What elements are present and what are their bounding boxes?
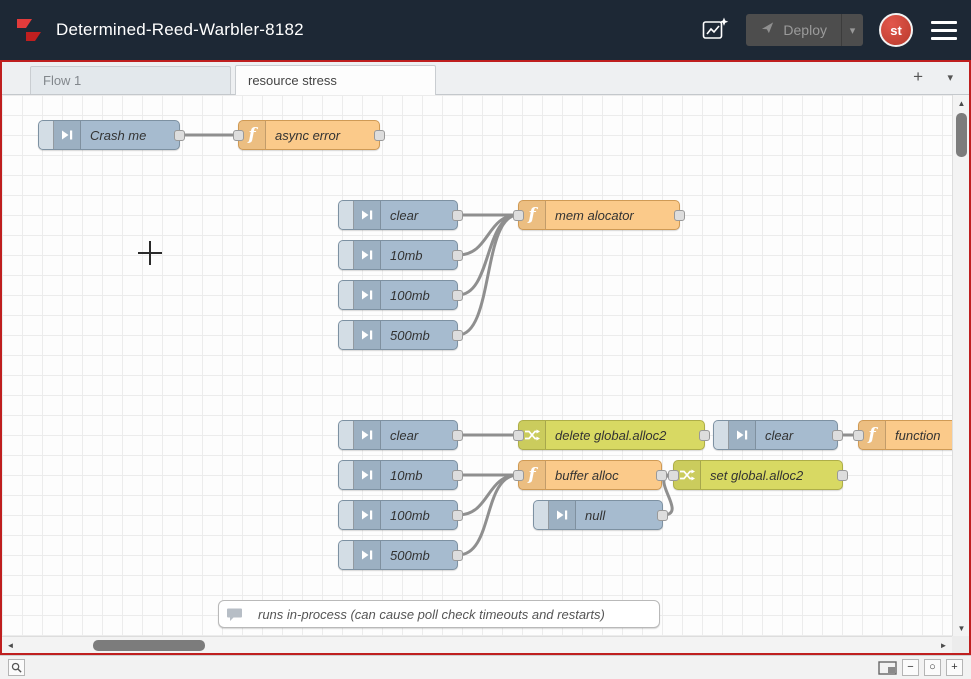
main-menu-icon[interactable] (929, 17, 959, 44)
flow-chart-sparkle-icon[interactable] (700, 15, 730, 45)
inject-icon (354, 461, 381, 489)
input-port[interactable] (233, 130, 244, 141)
scroll-right-icon[interactable]: ► (935, 637, 952, 653)
inject-trigger-button[interactable] (339, 201, 354, 229)
inject-icon (354, 321, 381, 349)
instance-title: Determined-Reed-Warbler-8182 (56, 20, 304, 40)
node-async-error[interactable]: f async error (238, 120, 380, 150)
inject-icon (54, 121, 81, 149)
flow-canvas[interactable]: Crash me f async error clear (2, 95, 952, 636)
node-null[interactable]: null (533, 500, 663, 530)
scrollbar-corner (952, 636, 969, 653)
zoom-in-button[interactable]: + (946, 659, 963, 676)
zoom-reset-button[interactable]: ○ (924, 659, 941, 676)
node-100mb-b[interactable]: 100mb (338, 500, 458, 530)
inject-trigger-button[interactable] (534, 501, 549, 529)
flow-tabbar: Flow 1 resource stress + ▾ (2, 62, 969, 95)
deploy-button[interactable]: Deploy ▾ (746, 14, 863, 46)
node-clear-b[interactable]: clear (338, 420, 458, 450)
output-port[interactable] (452, 250, 463, 261)
node-clear-a[interactable]: clear (338, 200, 458, 230)
output-port[interactable] (174, 130, 185, 141)
horizontal-scrollbar[interactable]: ◄ ► (2, 636, 952, 653)
output-port[interactable] (452, 510, 463, 521)
inject-trigger-button[interactable] (339, 541, 354, 569)
footer-bar: − ○ + (0, 655, 971, 679)
node-100mb-a[interactable]: 100mb (338, 280, 458, 310)
inject-trigger-button[interactable] (339, 421, 354, 449)
input-port[interactable] (513, 210, 524, 221)
inject-icon (354, 421, 381, 449)
app-logo-icon[interactable] (12, 13, 46, 47)
output-port[interactable] (452, 470, 463, 481)
node-10mb-b[interactable]: 10mb (338, 460, 458, 490)
inject-icon (354, 541, 381, 569)
deploy-options-caret[interactable]: ▾ (841, 14, 863, 46)
node-10mb-a[interactable]: 10mb (338, 240, 458, 270)
inject-icon (549, 501, 576, 529)
navigator-toggle-icon[interactable] (878, 661, 897, 675)
inject-icon (729, 421, 756, 449)
deploy-label: Deploy (783, 22, 827, 38)
output-port[interactable] (656, 470, 667, 481)
input-port[interactable] (513, 430, 524, 441)
output-port[interactable] (657, 510, 668, 521)
node-comment[interactable]: runs in-process (can cause poll check ti… (218, 600, 660, 628)
flow-list-caret-icon[interactable]: ▾ (947, 71, 953, 84)
output-port[interactable] (452, 210, 463, 221)
inject-icon (354, 241, 381, 269)
inject-icon (354, 501, 381, 529)
inject-trigger-button[interactable] (339, 281, 354, 309)
wire[interactable] (458, 475, 518, 515)
node-500mb-b[interactable]: 500mb (338, 540, 458, 570)
input-port[interactable] (513, 470, 524, 481)
node-function[interactable]: f function (858, 420, 952, 450)
node-mem-alocator[interactable]: f mem alocator (518, 200, 680, 230)
user-avatar[interactable]: st (879, 13, 913, 47)
scroll-down-icon[interactable]: ▼ (953, 620, 970, 636)
tab-resource-stress[interactable]: resource stress (235, 65, 436, 95)
comment-icon (219, 601, 249, 627)
inject-trigger-button[interactable] (39, 121, 54, 149)
workspace: Flow 1 resource stress + ▾ (0, 60, 971, 655)
rocket-icon (760, 20, 775, 40)
inject-trigger-button[interactable] (339, 501, 354, 529)
vertical-scrollbar[interactable]: ▲ ▼ (952, 95, 969, 636)
tab-flow1[interactable]: Flow 1 (30, 66, 231, 94)
scroll-left-icon[interactable]: ◄ (2, 637, 19, 653)
output-port[interactable] (452, 550, 463, 561)
output-port[interactable] (452, 330, 463, 341)
inject-icon (354, 201, 381, 229)
vertical-scroll-thumb[interactable] (956, 113, 967, 157)
horizontal-scroll-thumb[interactable] (93, 640, 205, 651)
wire-layer (2, 95, 952, 636)
output-port[interactable] (837, 470, 848, 481)
inject-trigger-button[interactable] (339, 461, 354, 489)
scroll-up-icon[interactable]: ▲ (953, 95, 970, 111)
add-flow-button[interactable]: + (913, 67, 923, 87)
input-port[interactable] (668, 470, 679, 481)
output-port[interactable] (452, 430, 463, 441)
node-clear-c[interactable]: clear (713, 420, 838, 450)
output-port[interactable] (699, 430, 710, 441)
output-port[interactable] (674, 210, 685, 221)
output-port[interactable] (832, 430, 843, 441)
output-port[interactable] (374, 130, 385, 141)
output-port[interactable] (452, 290, 463, 301)
inject-trigger-button[interactable] (714, 421, 729, 449)
header-bar: Determined-Reed-Warbler-8182 Deploy ▾ st (0, 0, 971, 60)
crosshair-cursor (149, 241, 151, 265)
zoom-out-button[interactable]: − (902, 659, 919, 676)
inject-icon (354, 281, 381, 309)
node-set-global-alloc2[interactable]: set global.alloc2 (673, 460, 843, 490)
search-flows-button[interactable] (8, 659, 25, 676)
wire[interactable] (458, 215, 518, 255)
inject-trigger-button[interactable] (339, 241, 354, 269)
node-delete-global-alloc2[interactable]: delete global.alloc2 (518, 420, 705, 450)
node-crash-me[interactable]: Crash me (38, 120, 180, 150)
inject-trigger-button[interactable] (339, 321, 354, 349)
node-buffer-alloc[interactable]: f buffer alloc (518, 460, 662, 490)
node-500mb-a[interactable]: 500mb (338, 320, 458, 350)
input-port[interactable] (853, 430, 864, 441)
